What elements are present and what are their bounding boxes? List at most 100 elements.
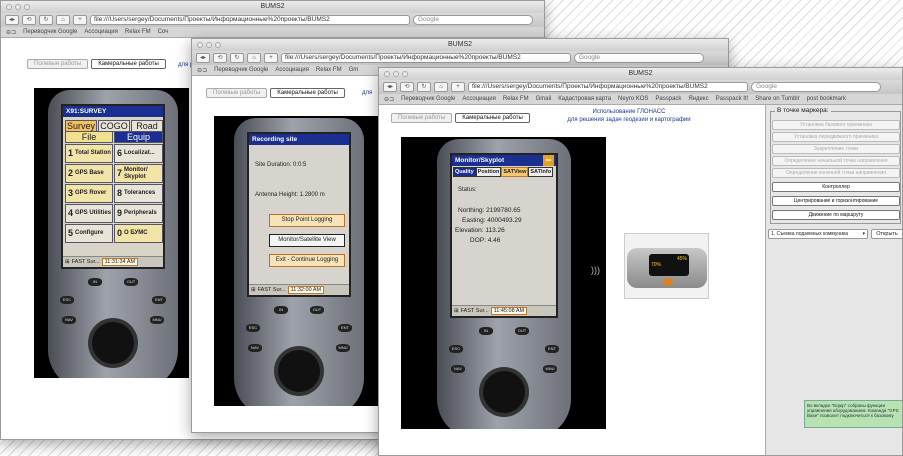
menu-about[interactable]: 0О БУМС: [114, 224, 163, 243]
search-field[interactable]: Google: [751, 82, 881, 92]
bookmark-item[interactable]: Passpack: [655, 96, 681, 102]
tab-satview[interactable]: SATView: [501, 167, 529, 177]
tab-field-work[interactable]: Полевые работы: [391, 113, 453, 123]
reload-icon[interactable]: ↻: [39, 15, 53, 25]
tab-file[interactable]: File: [65, 131, 113, 143]
back-forward-icon[interactable]: ◂▸: [383, 82, 397, 92]
out-key[interactable]: OUT: [515, 327, 529, 335]
address-bar[interactable]: file:///Users/sergey/Documents/Проекты/И…: [90, 15, 410, 25]
window-controls[interactable]: [384, 71, 408, 77]
search-field[interactable]: Google: [574, 53, 704, 63]
address-bar[interactable]: file:///Users/sergey/Documents/Проекты/И…: [468, 82, 748, 92]
nav-key[interactable]: NAV: [248, 344, 262, 352]
search-field[interactable]: Google: [413, 15, 533, 25]
new-tab-icon[interactable]: +: [264, 53, 278, 63]
taskbar-app[interactable]: FAST Sur...: [72, 259, 100, 265]
history-icon[interactable]: ⟲: [22, 15, 36, 25]
home-icon[interactable]: ⌂: [247, 53, 261, 63]
menu-peripherals[interactable]: 9 Peripherals: [114, 204, 163, 223]
open-button[interactable]: Открыть: [871, 229, 902, 239]
menu-key[interactable]: MNU: [336, 344, 350, 352]
new-tab-icon[interactable]: +: [451, 82, 465, 92]
bookmark-item[interactable]: Neyro KOS: [618, 96, 648, 102]
end-direction-button[interactable]: Определение конечной точки направления: [772, 168, 900, 178]
navigation-pad[interactable]: [483, 371, 525, 413]
tab-office-work[interactable]: Камеральные работы: [91, 59, 166, 69]
start-icon[interactable]: ⊞: [65, 259, 70, 265]
nav-key[interactable]: NAV: [62, 316, 76, 324]
monitor-satellite-button[interactable]: Monitor/Satellite View: [269, 234, 345, 247]
navigation-pad[interactable]: [92, 322, 134, 364]
menu-tolerances[interactable]: 8 Tolerances: [114, 184, 163, 203]
nav-key[interactable]: NAV: [451, 365, 465, 373]
taskbar-app[interactable]: FAST Sur...: [461, 308, 489, 314]
tab-office-work[interactable]: Камеральные работы: [455, 113, 530, 123]
enter-key[interactable]: ENT: [338, 324, 352, 332]
survey-select[interactable]: 1. Съемка подземных коммуника ▾: [768, 229, 868, 239]
menu-gps-utilities[interactable]: 4 GPS Utilities: [65, 204, 113, 223]
power-button[interactable]: [663, 278, 673, 286]
bookmark-item[interactable]: Переводчик Google: [23, 29, 77, 35]
address-bar[interactable]: file:///Users/sergey/Documents/Проекты/И…: [281, 53, 571, 63]
tab-position[interactable]: Position: [475, 167, 502, 177]
menu-configure[interactable]: 5 Configure: [65, 224, 113, 243]
window-controls[interactable]: [6, 4, 30, 10]
menu-gps-base[interactable]: 2 GPS Base: [65, 164, 113, 183]
menu-key[interactable]: MNU: [543, 365, 557, 373]
exit-continue-button[interactable]: Exit - Continue Logging: [269, 254, 345, 267]
tab-field-work[interactable]: Полевые работы: [27, 59, 89, 69]
history-icon[interactable]: ⟲: [213, 53, 227, 63]
tab-equip[interactable]: Equip: [114, 131, 163, 143]
bookmark-item[interactable]: Gm: [349, 67, 359, 73]
route-button[interactable]: Движение по маршруту: [772, 210, 900, 220]
bookmark-item[interactable]: Relax FM: [125, 29, 151, 35]
menu-key[interactable]: MNU: [150, 316, 164, 324]
reload-icon[interactable]: ↻: [417, 82, 431, 92]
bookmark-item[interactable]: Ассоциация: [84, 29, 118, 35]
fix-point-button[interactable]: Закрепление точки: [772, 144, 900, 154]
bookmark-item[interactable]: Яндекс: [688, 96, 708, 102]
in-key[interactable]: IN: [274, 306, 288, 314]
enter-key[interactable]: ENT: [545, 345, 559, 353]
out-key[interactable]: OUT: [310, 306, 324, 314]
bookmark-item[interactable]: Переводчик Google: [401, 96, 455, 102]
menu-total-station[interactable]: 1 Total Station: [65, 144, 113, 163]
menu-monitor-skyplot[interactable]: 7 Monitor/ Skyplot: [114, 164, 163, 183]
bookmark-item[interactable]: Кадастровая карта: [558, 96, 611, 102]
in-key[interactable]: IN: [479, 327, 493, 335]
reload-icon[interactable]: ↻: [230, 53, 244, 63]
bookmark-item[interactable]: Relax FM: [316, 67, 342, 73]
home-icon[interactable]: ⌂: [56, 15, 70, 25]
window-titlebar[interactable]: BUMS2: [1, 1, 544, 13]
bookmark-item[interactable]: Relax FM: [503, 96, 529, 102]
bookmark-item[interactable]: Ассоциация: [462, 96, 496, 102]
window-titlebar[interactable]: BUMS2: [192, 39, 728, 51]
start-icon[interactable]: ⊞: [454, 308, 459, 314]
window-controls[interactable]: [197, 42, 221, 48]
esc-key[interactable]: ESC: [246, 324, 260, 332]
start-direction-button[interactable]: Определение начальной точки направления: [772, 156, 900, 166]
home-icon[interactable]: ⌂: [434, 82, 448, 92]
tab-satinfo[interactable]: SATInfo: [528, 167, 554, 177]
menu-gps-rover[interactable]: 3 GPS Rover: [65, 184, 113, 203]
tab-quality[interactable]: Quality: [453, 167, 476, 177]
bookmark-item[interactable]: Passpack It!: [716, 96, 749, 102]
menu-localization[interactable]: 6 Localizat...: [114, 144, 163, 163]
navigation-pad[interactable]: [278, 350, 320, 392]
bookmark-item[interactable]: post bookmark: [807, 96, 846, 102]
enter-key[interactable]: ENT: [152, 296, 166, 304]
bookmark-item[interactable]: Share on Tumblr: [755, 96, 799, 102]
rover-receiver-button[interactable]: Установка передвижного приемника: [772, 132, 900, 142]
back-forward-icon[interactable]: ◂▸: [5, 15, 19, 25]
new-tab-icon[interactable]: +: [73, 15, 87, 25]
bookmark-item[interactable]: Переводчик Google: [214, 67, 268, 73]
bookmark-item[interactable]: Gmail: [536, 96, 552, 102]
bookmarks-icon[interactable]: ⊖⊐: [384, 96, 394, 103]
bookmark-item[interactable]: Ассоциация: [275, 67, 309, 73]
esc-key[interactable]: ESC: [60, 296, 74, 304]
out-key[interactable]: OUT: [124, 278, 138, 286]
tab-field-work[interactable]: Полевые работы: [206, 88, 268, 98]
back-forward-icon[interactable]: ◂▸: [196, 53, 210, 63]
bookmarks-icon[interactable]: ⊖⊐: [197, 67, 207, 74]
close-icon[interactable]: ⇦: [542, 155, 554, 166]
